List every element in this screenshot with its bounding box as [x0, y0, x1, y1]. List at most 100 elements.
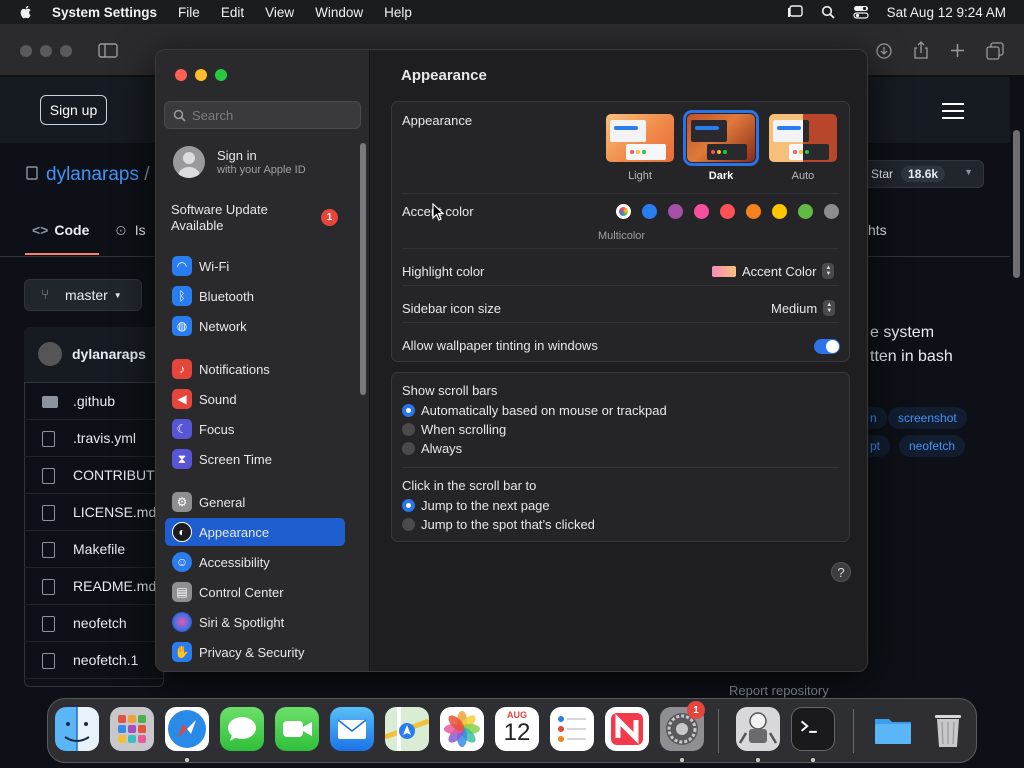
tab-insights[interactable]: hts	[868, 222, 887, 238]
page-scrollbar[interactable]	[1013, 130, 1020, 278]
sign-up-button[interactable]: Sign up	[40, 95, 107, 125]
photos-icon[interactable]	[440, 707, 484, 751]
repo-title[interactable]: dylanaraps /	[26, 164, 150, 186]
downloads-icon[interactable]	[876, 43, 892, 59]
menu-file[interactable]: File	[178, 5, 200, 20]
list-item[interactable]: Makefile	[24, 531, 164, 568]
repo-owner[interactable]: dylanaraps	[46, 164, 139, 185]
radio-jump-next-page[interactable]	[402, 499, 415, 512]
news-icon[interactable]	[605, 707, 649, 751]
accent-blue-swatch[interactable]	[642, 204, 657, 219]
radio-automatically-label[interactable]: Automatically based on mouse or trackpad	[421, 403, 667, 418]
menu-clock[interactable]: Sat Aug 12 9:24 AM	[887, 5, 1006, 20]
menu-edit[interactable]: Edit	[221, 5, 244, 20]
terminal-icon[interactable]	[791, 707, 835, 751]
safari-icon[interactable]	[165, 707, 209, 751]
sidebar-item-control-center[interactable]: ▤ Control Center	[165, 578, 345, 606]
branch-selector[interactable]: ⑂ master ▼	[24, 279, 142, 311]
topic-tag[interactable]: screenshot	[888, 407, 967, 429]
trash-icon[interactable]	[926, 707, 970, 751]
accent-purple-swatch[interactable]	[668, 204, 683, 219]
appearance-light-option[interactable]	[606, 114, 674, 162]
launchpad-icon[interactable]	[110, 707, 154, 751]
search-field[interactable]: Search	[164, 101, 361, 129]
sidebar-icon-size-popup[interactable]: Medium ▲ ▼	[771, 300, 836, 316]
menu-app-name[interactable]: System Settings	[52, 5, 157, 20]
software-update-item[interactable]: Software Update Available	[171, 202, 268, 234]
share-icon[interactable]	[913, 41, 929, 59]
mail-icon[interactable]	[330, 707, 374, 751]
sidebar-item-accessibility[interactable]: ☺ Accessibility	[165, 548, 345, 576]
chevron-down-icon[interactable]: ▼	[964, 167, 973, 177]
facetime-icon[interactable]	[275, 707, 319, 751]
automator-icon[interactable]	[736, 707, 780, 751]
zoom-button[interactable]	[215, 69, 227, 81]
messages-icon[interactable]	[220, 707, 264, 751]
accent-orange-swatch[interactable]	[746, 204, 761, 219]
menu-view[interactable]: View	[265, 5, 294, 20]
radio-when-scrolling[interactable]	[402, 423, 415, 436]
accent-red-swatch[interactable]	[720, 204, 735, 219]
list-item[interactable]: neofetch.1	[24, 642, 164, 679]
accent-yellow-swatch[interactable]	[772, 204, 787, 219]
safari-minimize-button[interactable]	[40, 45, 52, 57]
close-button[interactable]	[175, 69, 187, 81]
report-link[interactable]: Report repository	[729, 683, 829, 698]
menu-window[interactable]: Window	[315, 5, 363, 20]
help-button[interactable]: ?	[831, 562, 851, 582]
downloads-folder-icon[interactable]	[871, 707, 915, 751]
highlight-color-popup[interactable]: Accent Color ▲ ▼	[712, 263, 835, 279]
radio-jump-next-page-label[interactable]: Jump to the next page	[421, 498, 550, 513]
hamburger-menu-icon[interactable]	[942, 103, 964, 124]
tab-overview-icon[interactable]	[986, 42, 1004, 60]
sidebar-item-notifications[interactable]: ♪ Notifications	[165, 355, 345, 383]
topic-tag[interactable]: neofetch	[899, 435, 966, 457]
list-item[interactable]: LICENSE.md	[24, 494, 164, 531]
search-icon[interactable]	[821, 5, 835, 19]
star-button[interactable]: Star 18.6k ▼	[858, 160, 984, 188]
maps-icon[interactable]	[385, 707, 429, 751]
tab-issues[interactable]: ⊙ Is	[115, 222, 146, 239]
list-item[interactable]: README.md	[24, 568, 164, 605]
safari-close-button[interactable]	[20, 45, 32, 57]
calendar-icon[interactable]: AUG 12	[495, 707, 539, 751]
list-item[interactable]: CONTRIBUT	[24, 457, 164, 494]
sidebar-item-sound[interactable]: ◀ Sound	[165, 385, 345, 413]
minimize-button[interactable]	[195, 69, 207, 81]
appearance-dark-option[interactable]	[683, 110, 759, 166]
commit-author[interactable]: dylanaraps	[72, 346, 146, 362]
radio-always[interactable]	[402, 442, 415, 455]
safari-zoom-button[interactable]	[60, 45, 72, 57]
radio-automatically[interactable]	[402, 404, 415, 417]
apple-menu-icon[interactable]	[18, 4, 34, 20]
control-center-icon[interactable]	[853, 5, 869, 19]
accent-green-swatch[interactable]	[798, 204, 813, 219]
sidebar-item-siri-spotlight[interactable]: Siri & Spotlight	[165, 608, 345, 636]
menu-help[interactable]: Help	[384, 5, 412, 20]
radio-jump-spot-clicked[interactable]	[402, 518, 415, 531]
finder-icon[interactable]	[55, 707, 99, 751]
sidebar-scrollbar[interactable]	[360, 143, 366, 395]
sidebar-item-bluetooth[interactable]: ᛒ Bluetooth	[165, 282, 345, 310]
sidebar-item-wifi[interactable]: ◠ Wi-Fi	[165, 252, 345, 280]
radio-jump-spot-clicked-label[interactable]: Jump to the spot that’s clicked	[421, 517, 595, 532]
radio-when-scrolling-label[interactable]: When scrolling	[421, 422, 506, 437]
accent-graphite-swatch[interactable]	[824, 204, 839, 219]
sidebar-item-screen-time[interactable]: ⧗ Screen Time	[165, 445, 345, 473]
list-item[interactable]: .github	[24, 383, 164, 420]
list-item[interactable]: .travis.yml	[24, 420, 164, 457]
new-tab-icon[interactable]	[950, 43, 965, 58]
radio-always-label[interactable]: Always	[421, 441, 462, 456]
accent-multicolor-swatch[interactable]	[616, 204, 631, 219]
tab-code[interactable]: <> Code	[32, 222, 89, 238]
sidebar-item-general[interactable]: ⚙ General	[165, 488, 345, 516]
sidebar-item-focus[interactable]: ☾ Focus	[165, 415, 345, 443]
list-item[interactable]: neofetch	[24, 605, 164, 642]
sidebar-item-network[interactable]: ◍ Network	[165, 312, 345, 340]
appearance-auto-option[interactable]	[769, 114, 837, 162]
stage-manager-icon[interactable]	[787, 5, 803, 19]
reminders-icon[interactable]	[550, 707, 594, 751]
avatar[interactable]	[38, 342, 62, 366]
wallpaper-tinting-toggle[interactable]	[814, 339, 840, 354]
sidebar-item-privacy-security[interactable]: ✋ Privacy & Security	[165, 638, 345, 666]
